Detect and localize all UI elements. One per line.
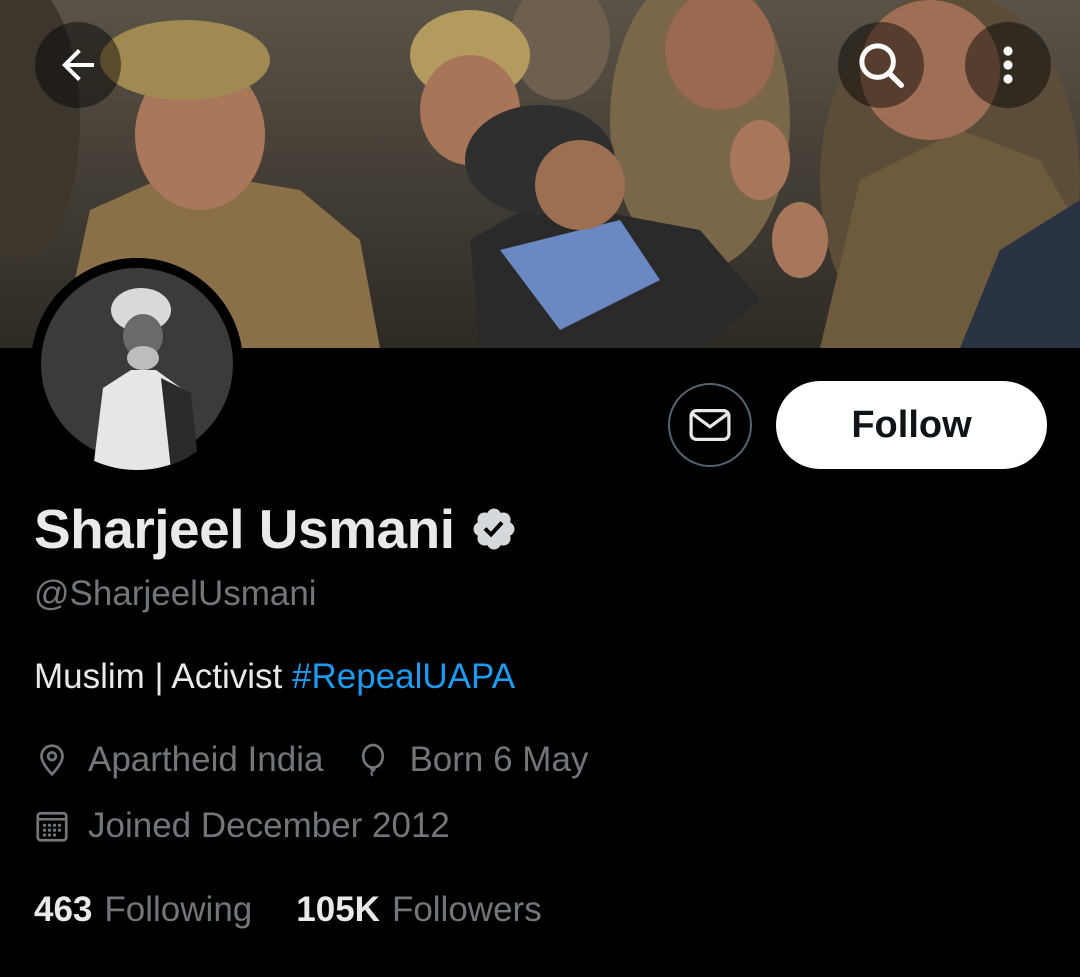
followers-count: 105K <box>296 890 380 929</box>
following-label: Following <box>104 890 253 929</box>
follow-button[interactable]: Follow <box>776 381 1047 469</box>
user-handle: @SharjeelUsmani <box>34 574 317 613</box>
more-options-button[interactable] <box>965 22 1051 108</box>
bio: Muslim | Activist #RepealUAPA <box>34 657 515 697</box>
envelope-icon <box>689 408 731 442</box>
joined-item: Joined December 2012 <box>34 806 450 846</box>
profile-joined-row: Joined December 2012 <box>34 806 450 846</box>
location-item: Apartheid India <box>34 740 323 780</box>
bio-text: Muslim | Activist <box>34 657 293 696</box>
display-name: Sharjeel Usmani <box>34 498 455 560</box>
balloon-icon <box>362 743 385 777</box>
location-pin-icon <box>40 744 64 777</box>
birthday-text: Born 6 May <box>409 740 589 779</box>
follow-stats: 463 Following 105K Followers <box>34 890 542 930</box>
back-button[interactable] <box>35 22 121 108</box>
following-count: 463 <box>34 890 93 929</box>
calendar-icon <box>36 811 68 842</box>
message-button[interactable] <box>668 383 752 467</box>
verified-badge-icon <box>470 505 518 553</box>
search-button[interactable] <box>838 22 924 108</box>
following-link[interactable]: 463 Following <box>34 890 252 930</box>
arrow-left-icon <box>62 49 94 81</box>
name-row: Sharjeel Usmani <box>34 497 518 561</box>
location-text: Apartheid India <box>88 740 324 779</box>
joined-text: Joined December 2012 <box>88 806 450 845</box>
search-icon <box>859 43 904 88</box>
bio-hashtag-link[interactable]: #RepealUAPA <box>292 657 515 696</box>
avatar[interactable] <box>31 258 243 470</box>
followers-label: Followers <box>391 890 542 929</box>
birthday-item: Born 6 May <box>355 740 588 780</box>
avatar-photo <box>31 258 243 470</box>
more-vertical-icon <box>1003 46 1013 84</box>
followers-link[interactable]: 105K Followers <box>296 890 541 930</box>
profile-meta-row: Apartheid India Born 6 May <box>34 740 588 780</box>
